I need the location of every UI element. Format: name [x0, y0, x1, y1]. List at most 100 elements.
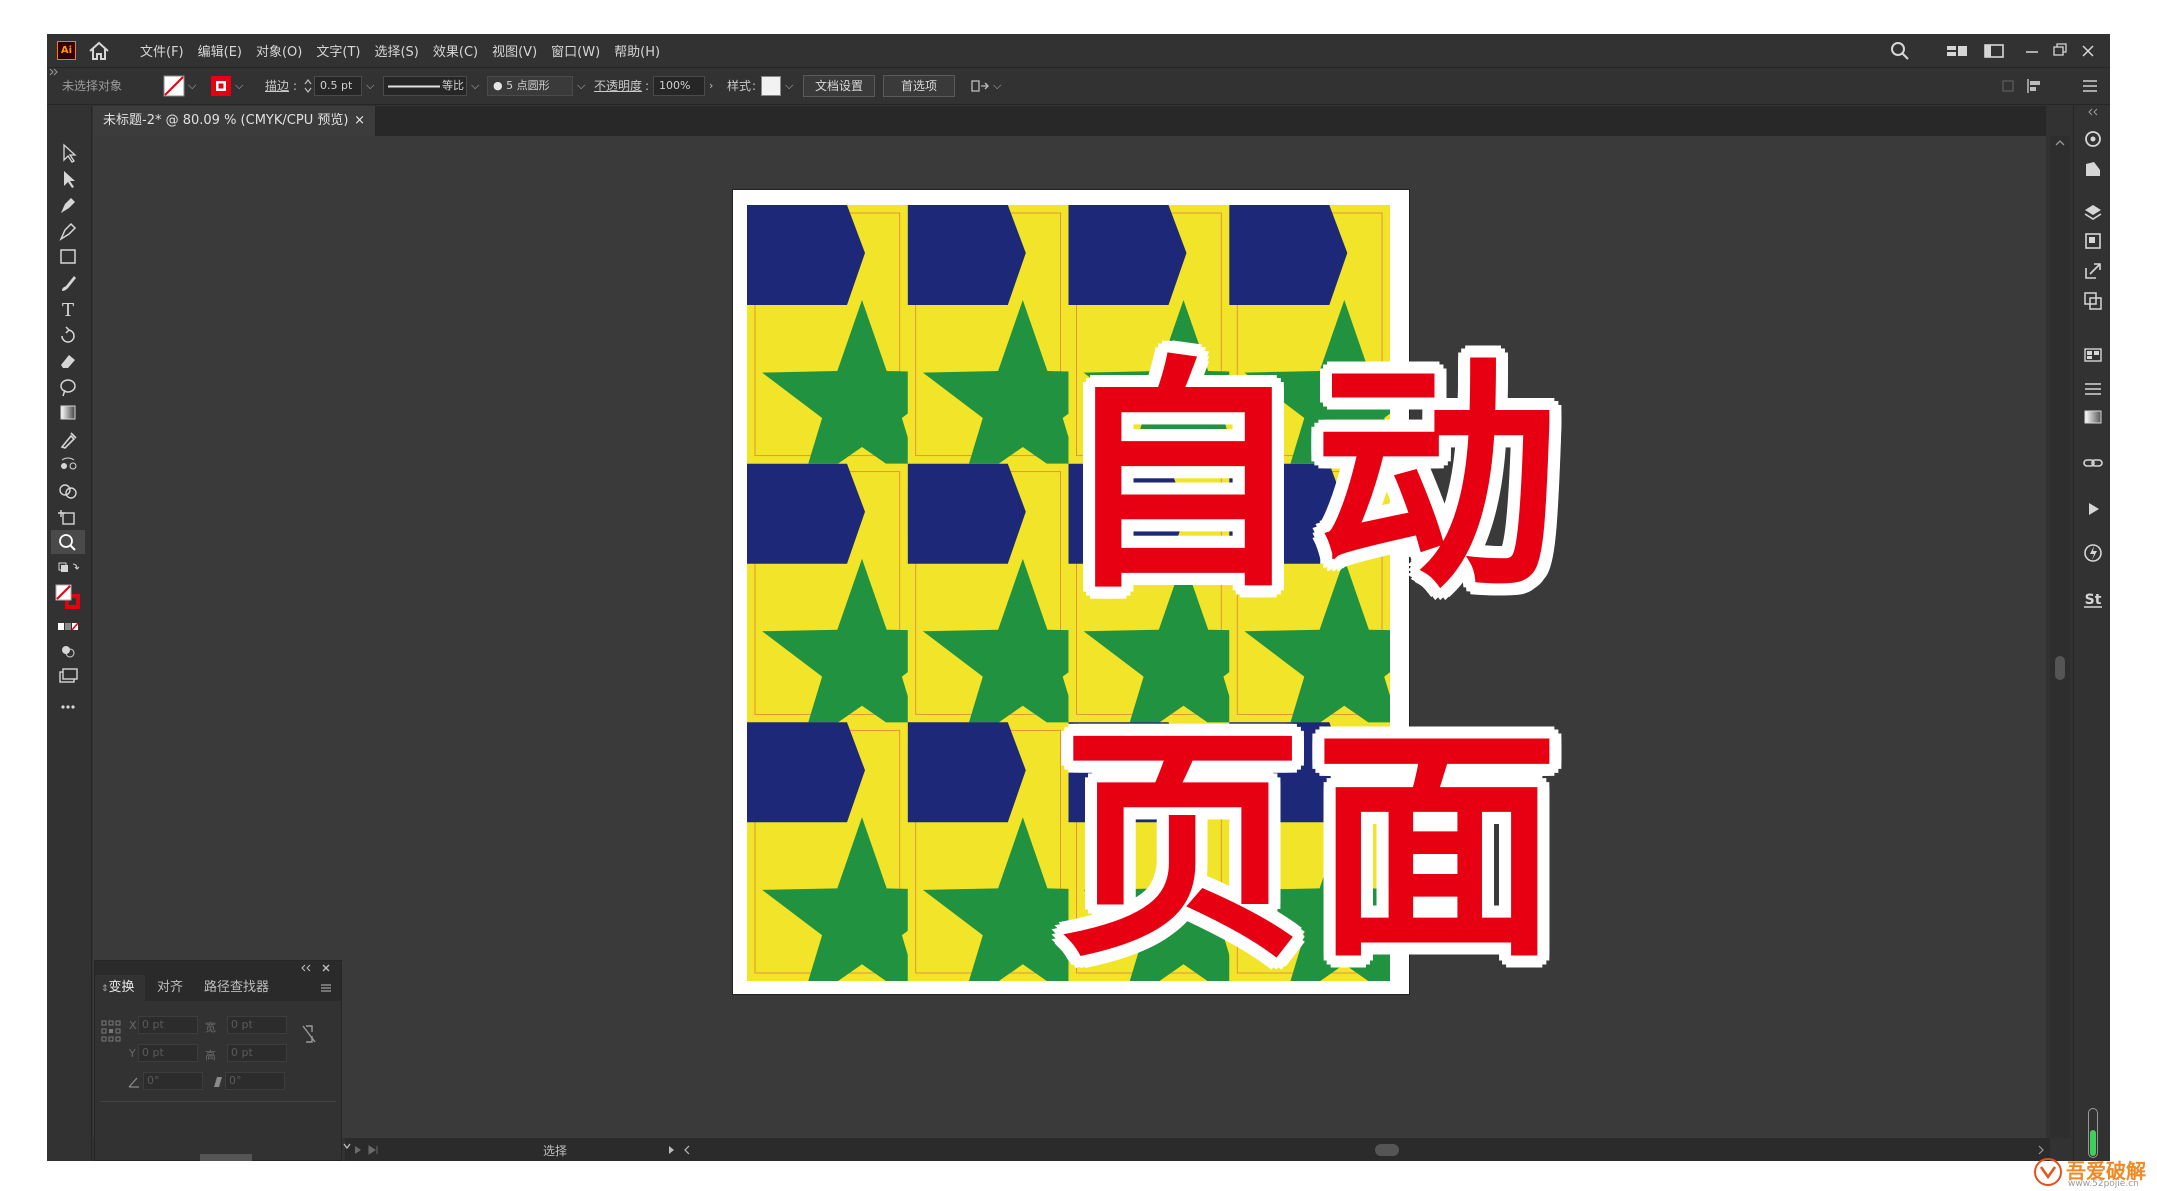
artboard-nav-icon[interactable]: [351, 1144, 401, 1156]
preferences-button[interactable]: 首选项: [883, 75, 955, 97]
quick-actions-icon[interactable]: [2082, 542, 2104, 564]
menu-object[interactable]: 对象(O): [256, 41, 302, 60]
curvature-tool-icon[interactable]: [53, 220, 83, 242]
status-menu-icon[interactable]: [667, 1144, 697, 1156]
document-setup-button[interactable]: 文档设置: [803, 75, 875, 97]
chevron-down-icon[interactable]: ⌵: [188, 76, 196, 96]
fill-swatch-icon[interactable]: [163, 75, 185, 97]
align-icon[interactable]: [2025, 77, 2045, 95]
arrange-icon[interactable]: [969, 76, 991, 96]
width-input[interactable]: 0 pt: [227, 1016, 287, 1034]
artboard-tool-icon[interactable]: [53, 506, 83, 528]
pathfinder-icon[interactable]: [2082, 290, 2104, 312]
hexagon-shape[interactable]: [1068, 205, 1187, 305]
appearance-icon[interactable]: [2082, 158, 2104, 180]
direct-selection-tool-icon[interactable]: [53, 168, 83, 190]
chevron-down-icon[interactable]: ⌵: [993, 76, 1001, 96]
scroll-up-icon[interactable]: [2054, 138, 2066, 148]
horizontal-scroll-thumb[interactable]: [1375, 1144, 1399, 1156]
export-icon[interactable]: [2082, 260, 2104, 282]
selection-tool-icon[interactable]: [53, 142, 83, 164]
style-swatch[interactable]: [761, 76, 781, 96]
restore-icon[interactable]: [2050, 38, 2070, 64]
constrain-proportions-icon[interactable]: [301, 1023, 317, 1045]
tab-align[interactable]: 对齐: [157, 975, 183, 1001]
zoom-tool-icon[interactable]: [53, 532, 83, 554]
hexagon-shape[interactable]: [907, 722, 1026, 823]
menu-window[interactable]: 窗口(W): [551, 41, 600, 60]
chevron-down-icon[interactable]: ⌵: [785, 76, 793, 96]
type-tool-icon[interactable]: T: [53, 298, 83, 320]
menu-select[interactable]: 选择(S): [374, 41, 418, 60]
chevron-down-icon[interactable]: ⌵: [471, 76, 479, 96]
menu-help[interactable]: 帮助(H): [614, 41, 660, 60]
adobe-stock-icon[interactable]: St: [2082, 588, 2104, 610]
minimize-icon[interactable]: [2022, 38, 2042, 64]
shape-builder-tool-icon[interactable]: [53, 480, 83, 502]
vertical-scrollbar[interactable]: [2050, 136, 2070, 1138]
hexagon-shape[interactable]: [1229, 205, 1348, 305]
panel-menu-icon[interactable]: [320, 983, 332, 993]
collapse-icon[interactable]: [2087, 108, 2099, 116]
rotate-tool-icon[interactable]: [53, 324, 83, 346]
shear-input[interactable]: 0°: [225, 1072, 285, 1090]
links-icon[interactable]: [2082, 452, 2104, 474]
menu-icon[interactable]: [2080, 77, 2100, 95]
tab-pathfinder[interactable]: 路径查找器: [204, 975, 269, 1001]
more-tools-icon[interactable]: [53, 696, 83, 718]
menu-type[interactable]: 文字(T): [316, 41, 360, 60]
chevron-down-icon[interactable]: [342, 1141, 352, 1151]
draw-mode-icon[interactable]: [53, 640, 83, 662]
hexagon-shape[interactable]: [907, 463, 1026, 564]
menu-view[interactable]: 视图(V): [492, 41, 537, 60]
brush-tool-icon[interactable]: [53, 272, 83, 294]
angle-input[interactable]: 0°: [143, 1072, 203, 1090]
stroke-label[interactable]: 描边: [265, 76, 289, 96]
stroke-panel-icon[interactable]: [2082, 378, 2104, 400]
transform-icon[interactable]: [1999, 77, 2017, 95]
layers-icon[interactable]: [2082, 202, 2104, 224]
stroke-profile-select[interactable]: 等比: [383, 76, 467, 96]
hexagon-shape[interactable]: [907, 205, 1026, 305]
collapse-panel-icon[interactable]: [300, 963, 312, 973]
tab-transform[interactable]: ⇕变换: [95, 975, 145, 1001]
hexagon-shape[interactable]: [747, 205, 865, 305]
opacity-input[interactable]: 100%: [653, 76, 705, 96]
chevron-down-icon[interactable]: ⌵: [577, 76, 585, 96]
stroke-swatch-icon[interactable]: [210, 75, 232, 97]
panel-scroll-thumb[interactable]: [200, 1154, 252, 1161]
opacity-label[interactable]: 不透明度: [594, 76, 642, 96]
gradient-panel-icon[interactable]: [2082, 406, 2104, 428]
menu-effect[interactable]: 效果(C): [433, 41, 478, 60]
canvas[interactable]: 自动 页面: [93, 136, 2046, 1138]
y-input[interactable]: 0 pt: [138, 1044, 198, 1062]
height-input[interactable]: 0 pt: [227, 1044, 287, 1062]
menu-edit[interactable]: 编辑(E): [198, 41, 242, 60]
x-input[interactable]: 0 pt: [138, 1016, 198, 1034]
libraries-icon[interactable]: [2082, 128, 2104, 150]
color-mode-icon[interactable]: [53, 616, 83, 638]
close-icon[interactable]: [2078, 38, 2098, 64]
search-icon[interactable]: [1888, 38, 1912, 64]
hexagon-shape[interactable]: [747, 722, 865, 823]
workspace-icon[interactable]: [1982, 38, 2006, 64]
chevron-down-icon[interactable]: ⌵: [366, 76, 374, 96]
rectangle-tool-icon[interactable]: [53, 246, 83, 268]
document-tab[interactable]: 未标题-2* @ 80.09 % (CMYK/CPU 预览) ×: [93, 106, 375, 136]
arrange-documents-icon[interactable]: [1945, 38, 1969, 64]
warp-tool-icon[interactable]: [53, 376, 83, 398]
screen-mode-icon[interactable]: [53, 664, 83, 686]
blend-tool-icon[interactable]: [53, 454, 83, 476]
menu-file[interactable]: 文件(F): [140, 41, 184, 60]
stroke-weight-input[interactable]: 0.5 pt: [314, 76, 362, 96]
eraser-tool-icon[interactable]: [53, 350, 83, 372]
brush-select[interactable]: ● 5 点圆形: [487, 76, 573, 96]
chevron-right-icon[interactable]: ›: [709, 76, 713, 96]
actions-play-icon[interactable]: [2082, 498, 2104, 520]
fill-stroke-icon[interactable]: [53, 582, 83, 614]
gradient-tool-icon[interactable]: [53, 402, 83, 424]
stepper-icon[interactable]: [303, 76, 313, 96]
eyedropper-tool-icon[interactable]: [53, 428, 83, 450]
chevron-down-icon[interactable]: ⌵: [235, 76, 243, 96]
close-tab-icon[interactable]: ×: [354, 106, 365, 136]
